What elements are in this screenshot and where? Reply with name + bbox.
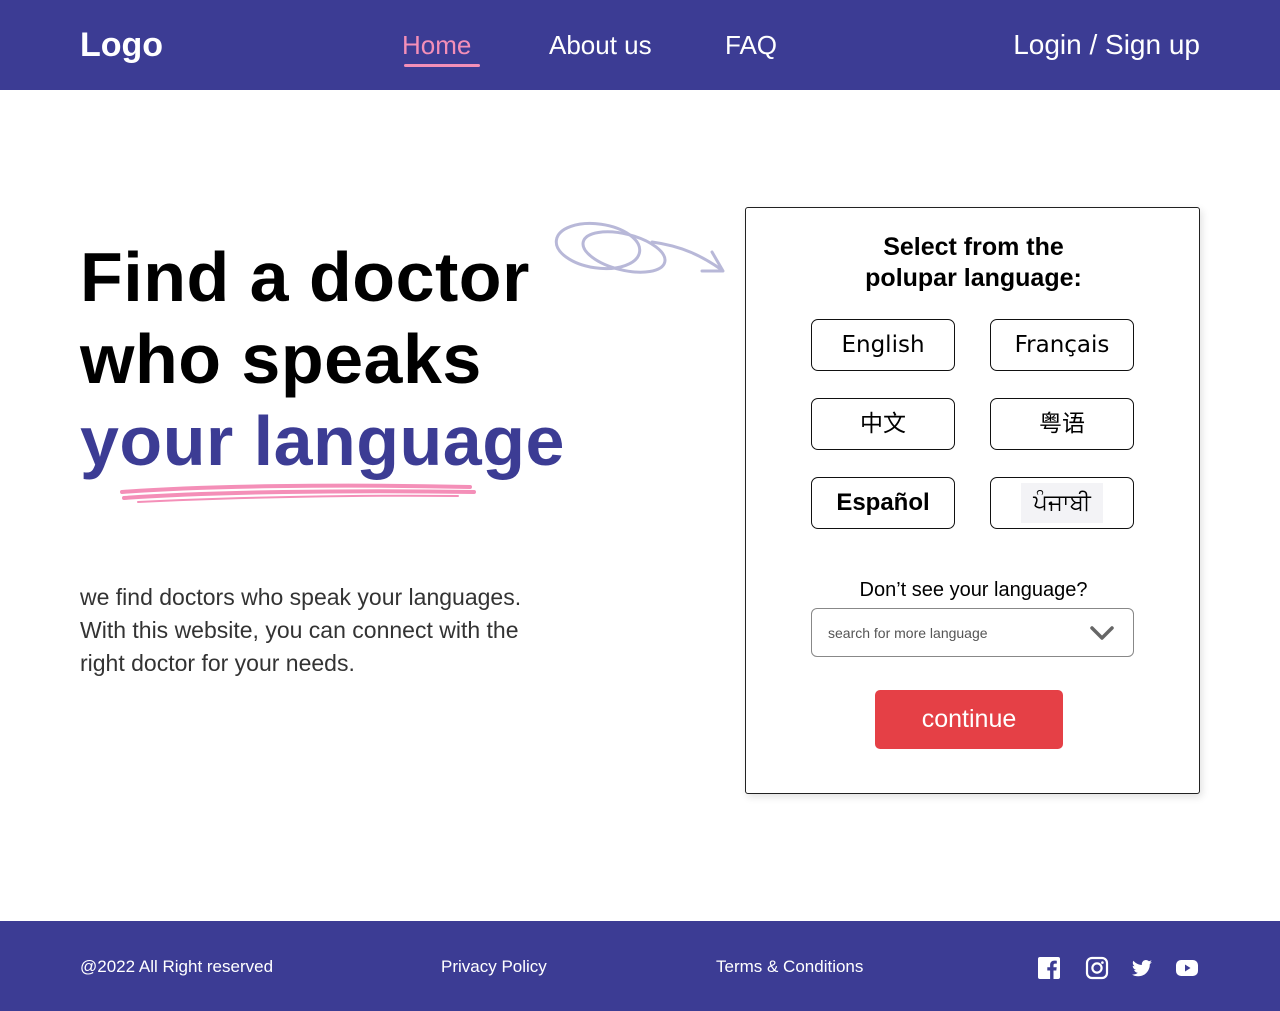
card-title-line-2: polupar language: xyxy=(865,264,1082,292)
language-search-dropdown[interactable]: search for more language xyxy=(811,608,1134,657)
language-button-punjabi[interactable]: ਪੰਜਾਬੀ xyxy=(990,477,1134,529)
hero-title: Find a doctor who speaks your language xyxy=(80,236,565,482)
language-button-cantonese[interactable]: 粤语 xyxy=(990,398,1134,450)
continue-button[interactable]: continue xyxy=(875,690,1063,749)
twitter-icon[interactable] xyxy=(1130,956,1154,980)
instagram-icon[interactable] xyxy=(1085,956,1109,980)
language-button-francais[interactable]: Français xyxy=(990,319,1134,371)
card-title-line-1: Select from the xyxy=(883,233,1064,261)
privacy-policy-link[interactable]: Privacy Policy xyxy=(441,957,547,977)
language-button-english[interactable]: English xyxy=(811,319,955,371)
footer: @2022 All Right reserved Privacy Policy … xyxy=(0,921,1280,1011)
hero-description: we find doctors who speak your languages… xyxy=(80,581,580,680)
chevron-down-icon xyxy=(1090,626,1114,640)
hero-title-accent: your language xyxy=(80,402,565,480)
terms-conditions-link[interactable]: Terms & Conditions xyxy=(716,957,863,977)
hero-description-line-2: With this website, you can connect with … xyxy=(80,617,519,643)
language-button-espanol[interactable]: Español xyxy=(811,477,955,529)
language-button-punjabi-label: ਪੰਜਾਬੀ xyxy=(1021,483,1103,523)
language-button-chinese[interactable]: 中文 xyxy=(811,398,955,450)
hero-description-line-1: we find doctors who speak your languages… xyxy=(80,584,522,610)
nav-about-link[interactable]: About us xyxy=(549,28,652,62)
logo[interactable]: Logo xyxy=(80,26,163,64)
copyright-text: @2022 All Right reserved xyxy=(80,957,274,976)
facebook-icon[interactable] xyxy=(1037,956,1061,980)
nav-faq-link[interactable]: FAQ xyxy=(725,28,777,62)
hero-title-line-2: who speaks xyxy=(80,320,482,398)
hero-description-line-3: right doctor for your needs. xyxy=(80,650,355,676)
hero-title-line-1: Find a doctor xyxy=(80,238,530,316)
youtube-icon[interactable] xyxy=(1175,956,1199,980)
dont-see-language-label: Don’t see your language? xyxy=(859,579,1088,601)
login-signup-link[interactable]: Login / Sign up xyxy=(1013,28,1200,62)
language-search-placeholder: search for more language xyxy=(828,625,988,641)
card-title: Select from the polupar language: xyxy=(746,232,1201,294)
nav-home-link[interactable]: Home xyxy=(402,28,471,62)
language-selection-card: Select from the polupar language: Englis… xyxy=(745,207,1200,794)
brush-underline-decoration xyxy=(120,483,476,503)
top-navbar: Logo Home About us FAQ Login / Sign up xyxy=(0,0,1280,90)
active-nav-indicator xyxy=(404,64,480,67)
curly-arrow-decoration xyxy=(554,221,725,274)
